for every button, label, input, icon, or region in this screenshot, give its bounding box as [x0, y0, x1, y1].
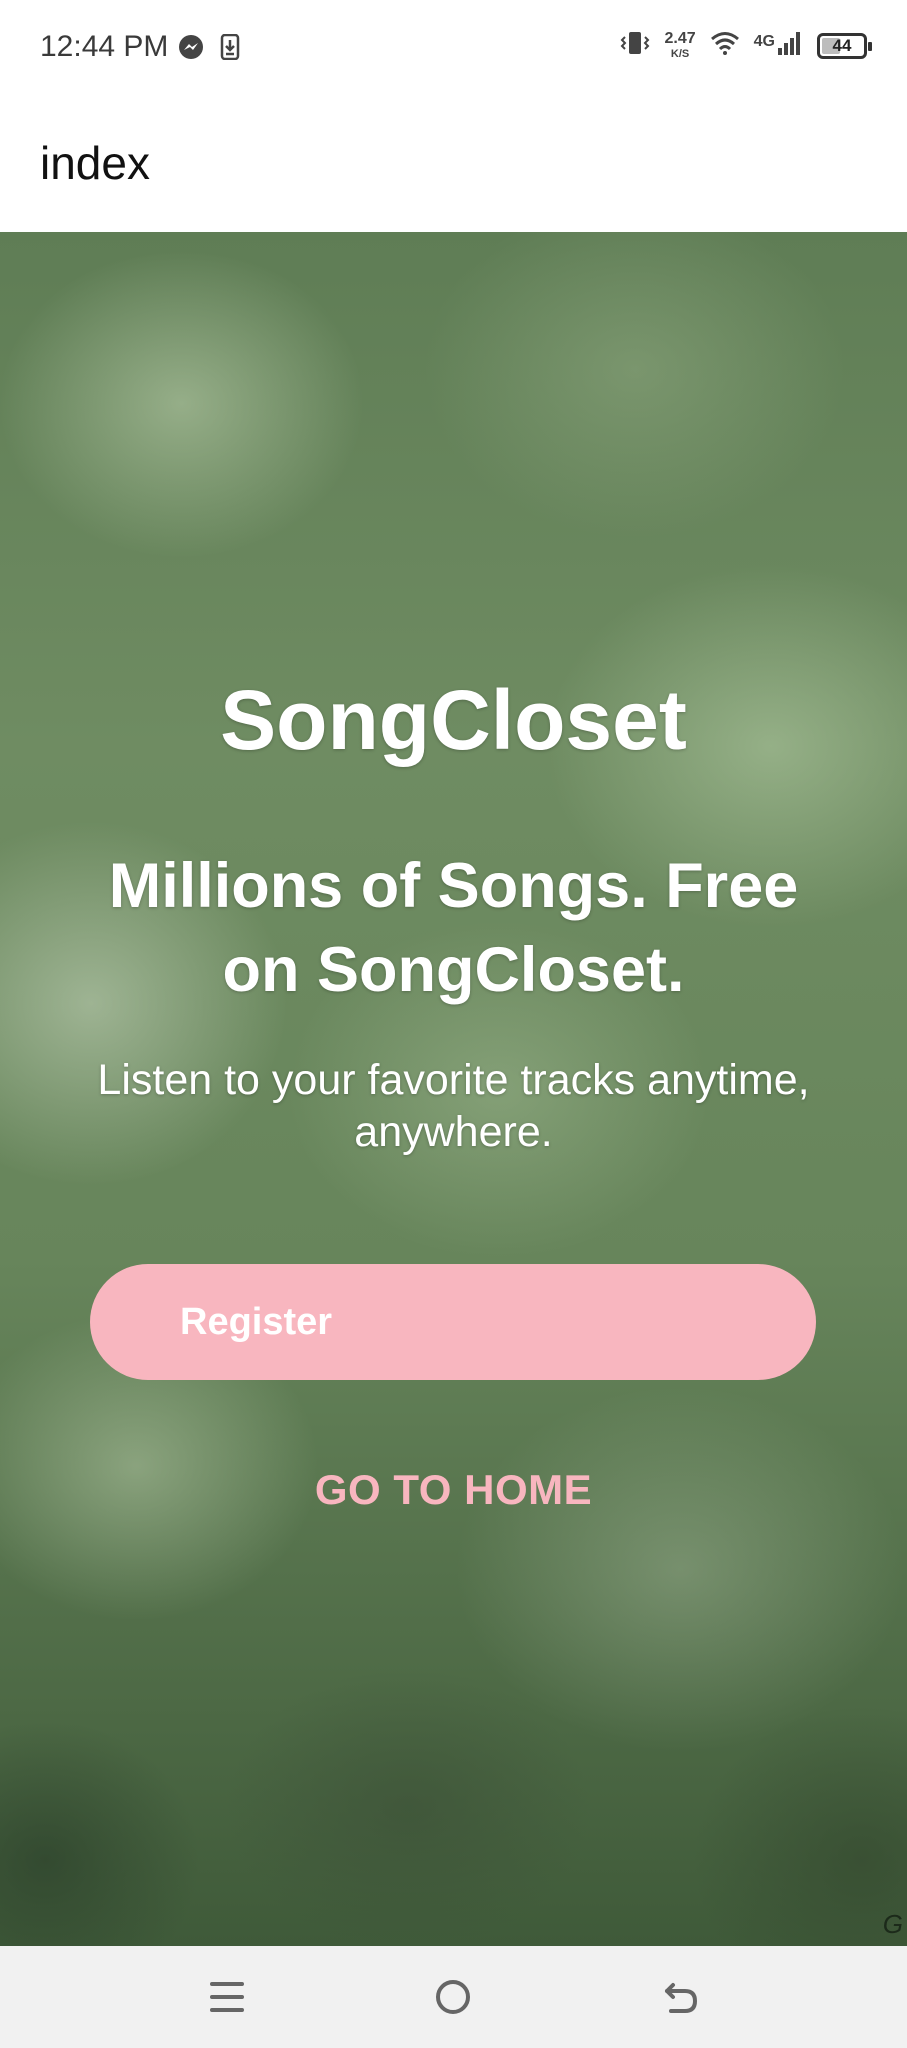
network-speed: 2.47 K/S [665, 31, 696, 60]
back-icon[interactable] [656, 1972, 706, 2022]
go-to-home-link[interactable]: GO TO HOME [0, 1466, 907, 1514]
app-bar: index [0, 100, 907, 232]
messenger-icon [178, 34, 204, 65]
hero-subtext: Listen to your favorite tracks anytime, … [97, 1056, 810, 1156]
watermark: G [882, 1909, 903, 1939]
wifi-icon [710, 31, 740, 60]
hero-section: SongCloset Millions of Songs. Free on So… [0, 232, 907, 1946]
speed-value: 2.47 [664, 30, 696, 47]
brand-title: SongCloset [220, 673, 687, 767]
page-title: index [40, 137, 150, 189]
status-time: 12:44 PM [40, 30, 169, 63]
menu-icon[interactable] [202, 1972, 252, 2022]
hero-headline: Millions of Songs. Free on SongCloset. [108, 851, 799, 1005]
system-nav-bar [0, 1946, 907, 2048]
vibrate-icon [619, 30, 651, 61]
network-type: 4G [753, 33, 775, 50]
download-icon [220, 33, 240, 65]
home-circle-icon[interactable] [428, 1972, 478, 2022]
register-button[interactable]: Register [90, 1264, 816, 1380]
battery-level: 44 [832, 35, 852, 55]
signal-group: 4G [754, 30, 803, 61]
status-bar: 12:44 PM 2.47 K/S 4G 44 [0, 0, 907, 100]
battery-icon: 44 [817, 32, 872, 59]
signal-icon [777, 30, 803, 61]
speed-unit: K/S [670, 48, 690, 60]
